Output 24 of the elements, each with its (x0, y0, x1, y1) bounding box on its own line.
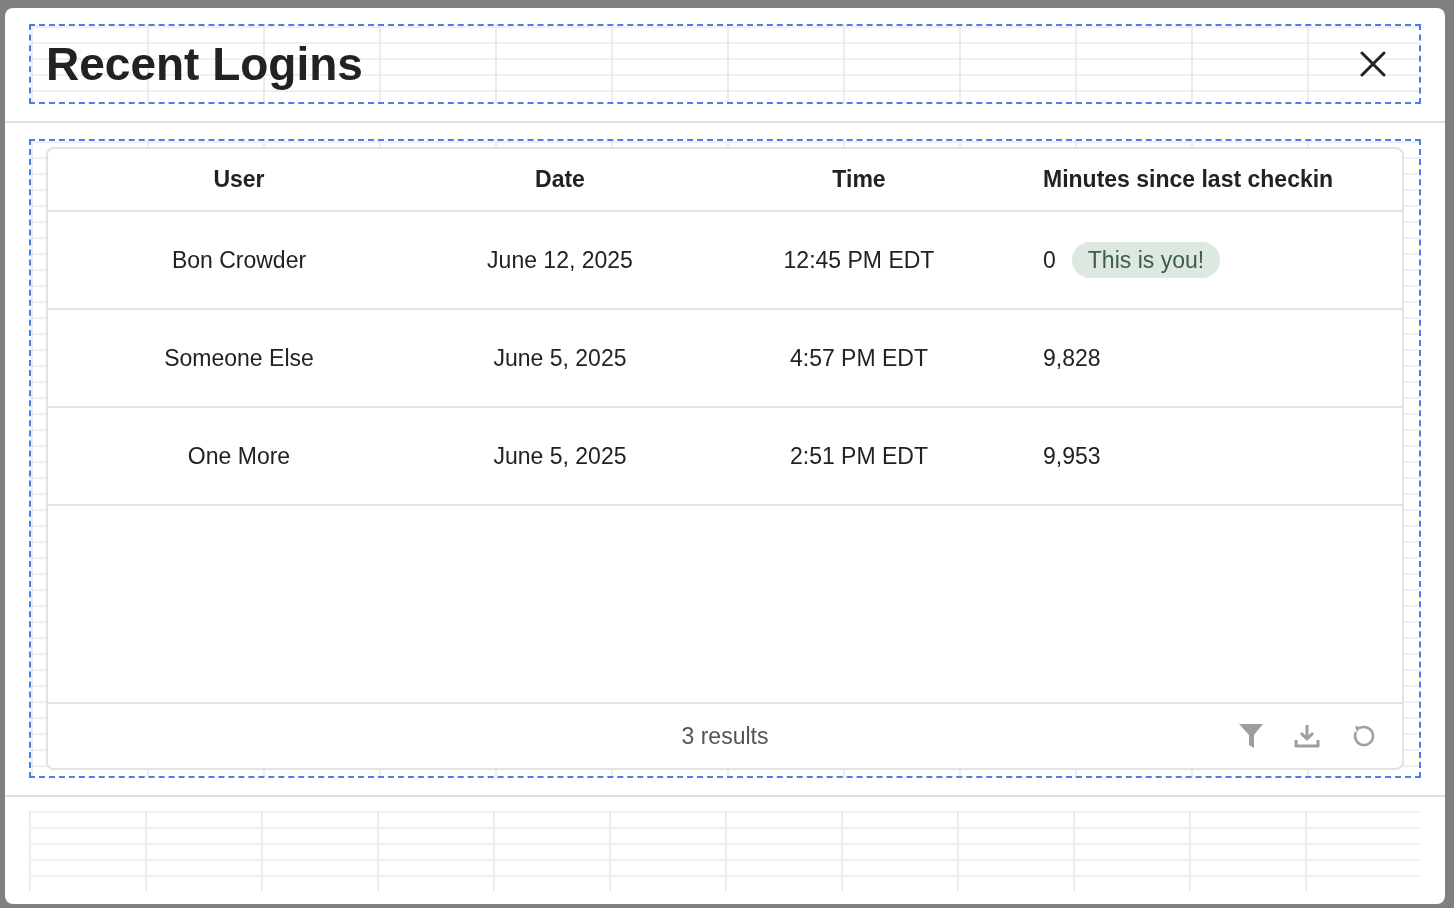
table-cell-text: Someone Else (163, 343, 315, 373)
table-cell-text: 2:51 PM EDT (788, 441, 929, 471)
table-cell-text: June 5, 2025 (492, 343, 628, 373)
table-cell-text: June 12, 2025 (486, 245, 634, 275)
table-cell-text: 9,953 (1043, 441, 1101, 471)
table-cell-text: One More (186, 441, 292, 471)
table-cell-text: 4:57 PM EDT (788, 343, 929, 373)
table-cell-text: Bon Crowder (170, 245, 308, 275)
filter-icon (1238, 723, 1264, 749)
column-header: Minutes since last checkin (1042, 165, 1335, 195)
table-cell-text: 0 (1043, 245, 1056, 275)
download-button[interactable] (1294, 722, 1320, 750)
results-count: 3 results (681, 721, 769, 751)
download-icon (1294, 723, 1320, 749)
filter-button[interactable] (1238, 722, 1264, 750)
refresh-icon (1351, 724, 1375, 748)
column-header: Date (534, 165, 586, 195)
table-cell-text: June 5, 2025 (492, 441, 628, 471)
table-cell-text: 12:45 PM EDT (782, 245, 936, 275)
close-icon (1360, 51, 1386, 77)
column-header: Time (831, 165, 887, 195)
table-cell-text: 9,828 (1043, 343, 1101, 373)
you-tag: This is you! (1071, 241, 1221, 279)
column-header: User (212, 165, 266, 195)
